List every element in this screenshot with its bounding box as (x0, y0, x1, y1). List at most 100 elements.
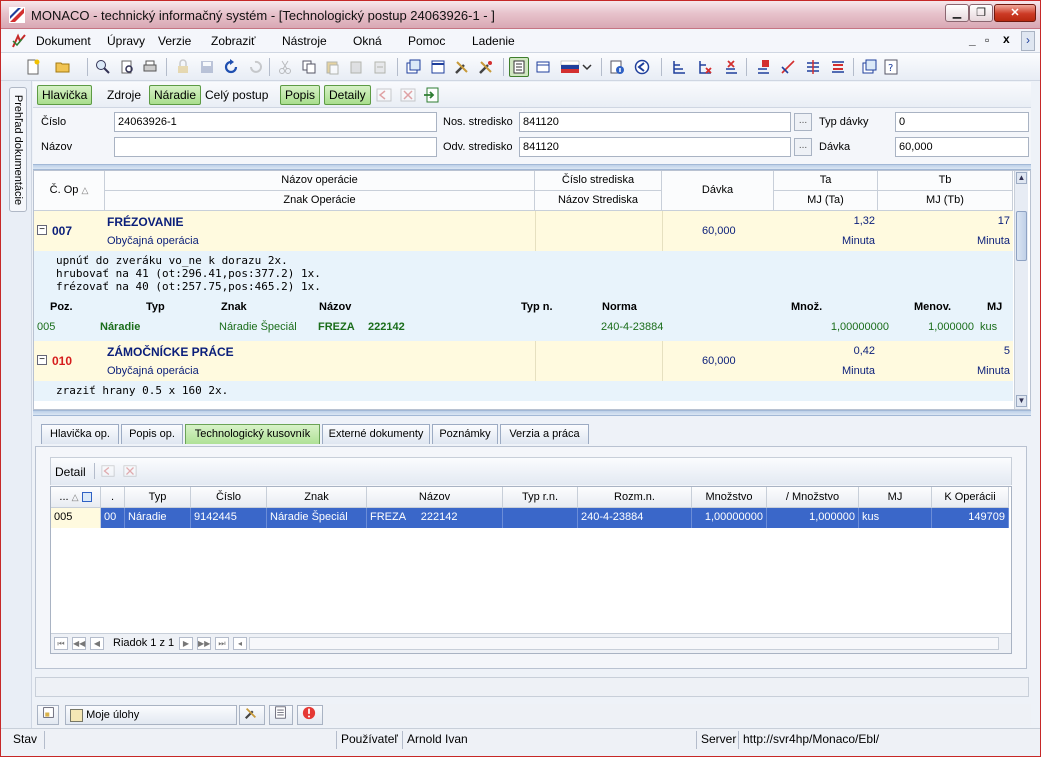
window-cascade-icon[interactable] (859, 57, 879, 77)
alert-icon[interactable] (297, 705, 323, 725)
structure-delete-icon[interactable] (695, 57, 715, 77)
tab-externe-dokumenty[interactable]: Externé dokumenty (322, 424, 430, 444)
new-icon[interactable] (23, 57, 43, 77)
copy-icon[interactable] (299, 57, 319, 77)
menu-dokument[interactable]: Dokument (36, 34, 91, 48)
pager-next-icon[interactable]: ▶ (179, 637, 193, 650)
pager-scroll-left-icon[interactable]: ◂ (233, 637, 247, 650)
davka-field[interactable]: 60,000 (895, 137, 1029, 157)
col-header-tb[interactable]: Tb (878, 171, 1013, 191)
col-header-mj-ta[interactable]: MJ (Ta) (774, 191, 878, 211)
operation-row[interactable]: − 010 ZÁMOČNÍCKE PRÁCE Obyčajná operácia… (34, 341, 1013, 381)
cely-postup-button[interactable]: Celý postup (205, 88, 268, 102)
tab-technologicky-kusovnik[interactable]: Technologický kusovník (185, 424, 320, 444)
nazov-field[interactable] (114, 137, 437, 157)
info-icon[interactable] (607, 57, 627, 77)
save-icon[interactable] (197, 57, 217, 77)
naradie-button[interactable]: Náradie (149, 85, 202, 105)
col-header-cislo-strediska[interactable]: Číslo strediska (535, 171, 662, 191)
structure-add-icon[interactable] (753, 57, 773, 77)
undo-icon[interactable] (245, 57, 265, 77)
col-header-mj-tb[interactable]: MJ (Tb) (878, 191, 1013, 211)
sidebar-tab-prehlad[interactable]: Prehľad dokumentácie (9, 87, 27, 212)
zdroje-button[interactable]: Zdroje (107, 88, 141, 102)
mdi-close-button[interactable]: x (1003, 32, 1010, 46)
mdi-minimize-button[interactable]: _ (969, 33, 976, 47)
scroll-up-icon[interactable]: ▲ (1016, 172, 1027, 184)
col-header-nazov-strediska[interactable]: Názov Strediska (535, 191, 662, 211)
export-icon[interactable] (423, 87, 439, 103)
calculator-icon[interactable] (269, 705, 293, 725)
menu-ladenie[interactable]: Ladenie (472, 34, 515, 48)
table-row[interactable]: 005 00 Náradie 9142445 Náradie Špeciál F… (51, 508, 1009, 528)
cut-icon[interactable] (275, 57, 295, 77)
structure-icon[interactable] (669, 57, 689, 77)
detail-prev-row-icon[interactable] (101, 464, 115, 478)
detail-button[interactable]: Detail (55, 465, 86, 479)
col-header-typ[interactable]: Typ (125, 487, 191, 508)
structure-link-icon[interactable] (778, 57, 798, 77)
menu-scroll-button[interactable]: › (1021, 31, 1035, 51)
scroll-down-icon[interactable]: ▼ (1016, 395, 1027, 407)
col-header-k-operacii[interactable]: K Operácii (932, 487, 1009, 508)
back-icon[interactable] (632, 57, 652, 77)
hlavicka-button[interactable]: Hlavička (37, 85, 93, 105)
detail-delete-icon[interactable] (400, 87, 416, 103)
collapse-icon[interactable]: − (37, 355, 47, 365)
col-header-typ-rn[interactable]: Typ r.n. (503, 487, 578, 508)
menu-verzie[interactable]: Verzie (158, 34, 191, 48)
col-header-poz[interactable]: ... △ (51, 487, 101, 508)
window-new-icon[interactable] (403, 57, 423, 77)
structure-remove-icon[interactable] (721, 57, 741, 77)
splitter-middle[interactable] (33, 410, 1031, 416)
tab-popis-op[interactable]: Popis op. (121, 424, 183, 444)
open-folder-icon[interactable] (53, 57, 73, 77)
mdi-restore-button[interactable]: ▫ (985, 33, 989, 47)
restore-button[interactable]: ❐ (969, 4, 993, 22)
col-header-dot[interactable]: . (101, 487, 125, 508)
print-icon[interactable] (140, 57, 160, 77)
close-button[interactable]: ✕ (994, 4, 1036, 22)
horizontal-scrollbar[interactable] (249, 637, 999, 650)
tab-hlavicka-op[interactable]: Hlavička op. (41, 424, 119, 444)
moje-ulohy-button[interactable]: Moje úlohy (65, 705, 237, 725)
minimize-button[interactable]: ▁ (945, 4, 969, 22)
cislo-field[interactable]: 24063926-1 (114, 112, 437, 132)
nos-stredisko-lookup-button[interactable]: ... (794, 113, 812, 131)
pager-last-icon[interactable]: ⏭ (215, 637, 229, 650)
col-header-davka[interactable]: Dávka (662, 171, 774, 211)
pager-prev-page-icon[interactable]: ◀◀ (72, 637, 86, 650)
pager-first-icon[interactable]: ⏮ (54, 637, 68, 650)
odv-stredisko-lookup-button[interactable]: ... (794, 138, 812, 156)
refresh-icon[interactable] (221, 57, 241, 77)
filter-icon[interactable] (81, 492, 92, 503)
col-header-rozm-n[interactable]: Rozm.n. (578, 487, 692, 508)
home-icon[interactable] (37, 705, 59, 725)
col-header-znak[interactable]: Znak (267, 487, 367, 508)
tab-verzia-a-praca[interactable]: Verzia a práca (500, 424, 589, 444)
col-header-nazov-operacie[interactable]: Názov operácie (105, 171, 535, 191)
menu-nastroje[interactable]: Nástroje (282, 34, 327, 48)
operations-scrollbar[interactable]: ▲ ▼ (1014, 171, 1028, 409)
col-header-per-mnozstvo[interactable]: / Množstvo (767, 487, 859, 508)
tools-settings-icon[interactable] (476, 57, 496, 77)
menu-upravy[interactable]: Úpravy (107, 34, 145, 48)
detail-delete-row-icon[interactable] (123, 464, 137, 478)
window-arrange-icon[interactable] (428, 57, 448, 77)
tab-poznamky[interactable]: Poznámky (432, 424, 498, 444)
detaily-button[interactable]: Detaily (324, 85, 371, 105)
print-preview-icon[interactable] (117, 57, 137, 77)
pager-next-page-icon[interactable]: ▶▶ (197, 637, 211, 650)
menu-pomoc[interactable]: Pomoc (408, 34, 445, 48)
col-header-cislo[interactable]: Číslo (191, 487, 267, 508)
lock-icon[interactable] (173, 57, 193, 77)
operation-row[interactable]: − 007 FRÉZOVANIE Obyčajná operácia 60,00… (34, 211, 1013, 251)
col-header-nazov[interactable]: Názov (367, 487, 503, 508)
col-header-znak-operacie[interactable]: Znak Operácie (105, 191, 535, 211)
window-view-icon[interactable] (533, 57, 553, 77)
typ-davky-field[interactable]: 0 (895, 112, 1029, 132)
paste-special-icon[interactable] (346, 57, 366, 77)
collapse-icon[interactable]: − (37, 225, 47, 235)
odv-stredisko-field[interactable]: 841120 (519, 137, 791, 157)
search-icon[interactable] (93, 57, 113, 77)
